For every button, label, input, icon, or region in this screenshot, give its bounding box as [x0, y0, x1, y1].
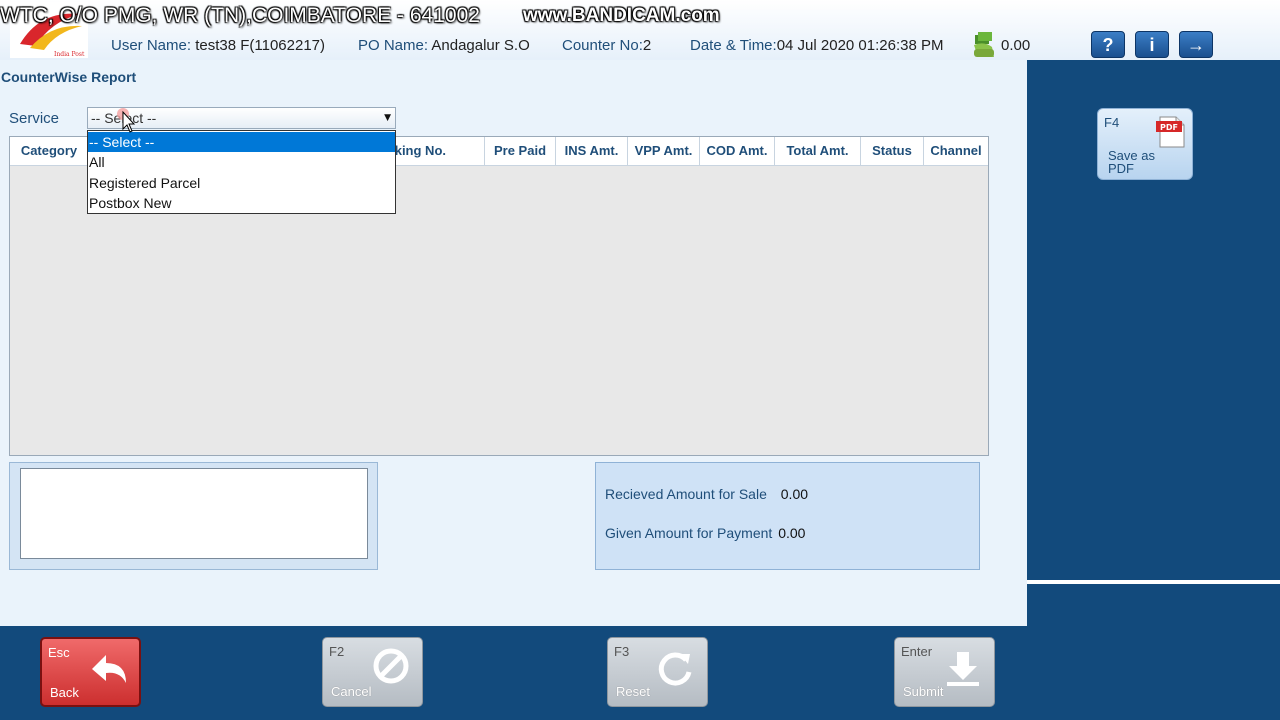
refresh-icon: [658, 652, 692, 686]
received-amount-row: Recieved Amount for Sale 0.00: [605, 486, 808, 502]
given-amount-value: 0.00: [778, 525, 806, 541]
amount-summary: Recieved Amount for Sale 0.00 Given Amou…: [595, 462, 980, 570]
cancel-button[interactable]: F2 Cancel: [322, 637, 423, 707]
help-button[interactable]: ?: [1091, 31, 1125, 58]
back-button-label: Back: [50, 685, 79, 700]
counter-label: Counter No:: [562, 37, 643, 54]
given-amount-label: Given Amount for Payment: [605, 525, 773, 541]
download-arrow-icon: [947, 652, 979, 686]
recorder-watermark: www.BANDICAM.com: [523, 5, 720, 26]
reset-button[interactable]: F3 Reset: [607, 637, 708, 707]
pdf-shortcut-key: F4: [1104, 115, 1120, 130]
datetime-value: 04 Jul 2020 01:26:38 PM: [776, 37, 944, 54]
back-shortcut-key: Esc: [48, 645, 70, 660]
pdf-button-label: Save as PDF: [1108, 148, 1155, 176]
reset-shortcut-key: F3: [614, 644, 630, 659]
back-button[interactable]: Esc Back: [40, 637, 141, 707]
pdf-file-icon: PDF: [1156, 116, 1185, 148]
submit-button[interactable]: Enter Submit: [894, 637, 995, 707]
remarks-panel: [9, 462, 378, 570]
dropdown-option-postbox-new[interactable]: Postbox New: [88, 193, 395, 213]
remarks-textarea[interactable]: [20, 468, 368, 559]
received-amount-label: Recieved Amount for Sale: [605, 486, 767, 502]
submit-button-label: Submit: [903, 684, 944, 699]
service-dropdown-list: -- Select -- All Registered Parcel Postb…: [87, 130, 396, 214]
po-name-value: Andagalur S.O: [431, 37, 530, 54]
submit-shortcut-key: Enter: [901, 644, 933, 659]
header-bar: India Post WTC, O/O PMG, WR (TN),COIMBAT…: [0, 0, 1280, 60]
column-header-vpp-amt[interactable]: VPP Amt.: [627, 137, 699, 165]
chevron-down-icon[interactable]: ▼: [384, 113, 391, 123]
column-header-total-amt[interactable]: Total Amt.: [774, 137, 860, 165]
datetime-info: Date & Time:04 Jul 2020 01:26:38 PM: [690, 37, 944, 54]
user-name-info: User Name: test38 F(11062217): [111, 37, 325, 54]
back-arrow-icon: [92, 655, 126, 683]
datetime-label: Date & Time:: [690, 37, 777, 54]
user-name-value: test38 F(11062217): [195, 37, 326, 54]
panel-divider: [1027, 580, 1280, 584]
dropdown-option-all[interactable]: All: [88, 152, 395, 172]
dropdown-option-registered-parcel[interactable]: Registered Parcel: [88, 173, 395, 193]
user-name-label: User Name:: [111, 37, 192, 54]
column-header-cod-amt[interactable]: COD Amt.: [699, 137, 774, 165]
received-amount-value: 0.00: [780, 486, 809, 502]
mouse-cursor-icon: [117, 108, 136, 133]
cancel-icon: [373, 648, 409, 684]
cancel-shortcut-key: F2: [329, 644, 345, 659]
counter-info: Counter No:2: [562, 37, 651, 54]
svg-text:India Post: India Post: [54, 51, 85, 58]
footer-action-bar: Esc Back F2 Cancel F3 Reset Enter Submit: [0, 626, 1027, 720]
page-title: CounterWise Report: [1, 69, 137, 85]
column-header-category[interactable]: Category: [10, 137, 88, 165]
save-as-pdf-button[interactable]: F4 PDF Save as PDF: [1097, 108, 1193, 180]
counter-value: 2: [642, 37, 652, 54]
cancel-button-label: Cancel: [331, 684, 372, 699]
column-header-ins-amt[interactable]: INS Amt.: [555, 137, 627, 165]
pdf-badge-text: PDF: [1160, 123, 1178, 132]
cash-balance: 0.00: [1001, 37, 1031, 54]
column-header-channel[interactable]: Channel: [923, 137, 988, 165]
given-amount-row: Given Amount for Payment 0.00: [605, 525, 805, 541]
next-arrow-button[interactable]: →: [1179, 31, 1213, 58]
po-name-label: PO Name:: [358, 37, 429, 54]
cash-icon: [974, 32, 994, 57]
column-header-status[interactable]: Status: [860, 137, 923, 165]
service-label: Service: [9, 110, 60, 127]
column-header-pre-paid[interactable]: Pre Paid: [484, 137, 555, 165]
po-name-info: PO Name: Andagalur S.O: [358, 37, 530, 54]
dropdown-option-select[interactable]: -- Select --: [88, 132, 395, 152]
office-title: WTC, O/O PMG, WR (TN),COIMBATORE - 64100…: [0, 4, 480, 27]
info-button[interactable]: i: [1135, 31, 1169, 58]
reset-button-label: Reset: [616, 684, 650, 699]
